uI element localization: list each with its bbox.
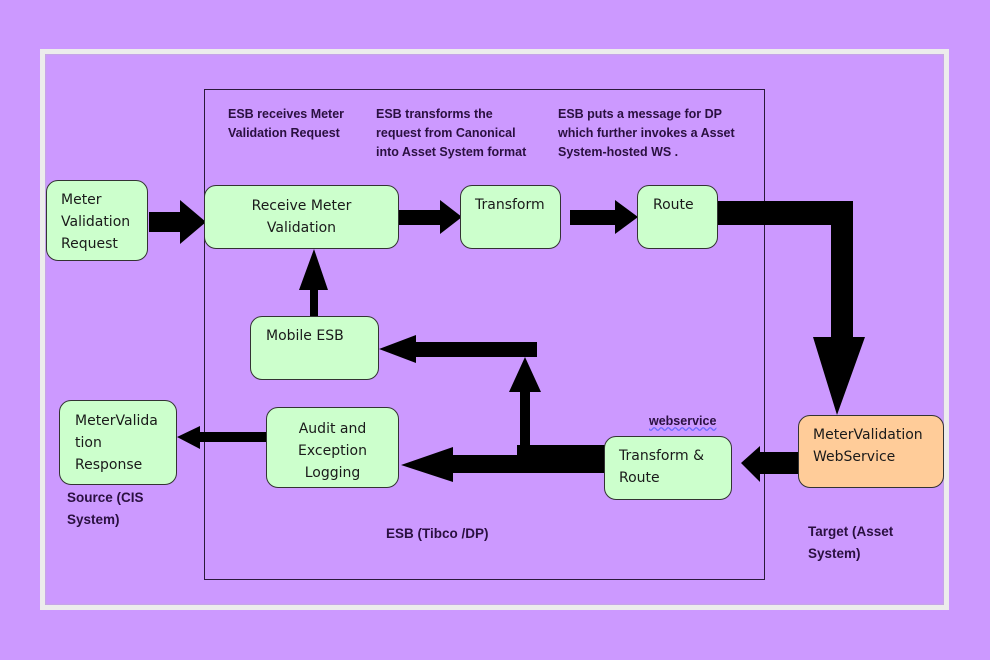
- arrow-to-mobile-esb: [379, 335, 537, 363]
- node-receive-meter-validation[interactable]: Receive Meter Validation: [204, 185, 399, 249]
- label-target-system: Target (Asset System): [808, 524, 894, 561]
- note-webservice: webservice: [649, 414, 717, 428]
- node-label: Mobile ESB: [266, 328, 344, 344]
- label-source-system: Source (CIS System): [67, 490, 144, 527]
- node-label: Audit and Exception Logging: [298, 421, 367, 481]
- node-meter-validation-webservice[interactable]: MeterValidation WebService: [798, 415, 944, 488]
- arrow-route-to-webservice: [717, 201, 865, 415]
- note-receive: ESB receives Meter Validation Request: [228, 107, 345, 140]
- node-meter-validation-response[interactable]: MeterValida tion Response: [59, 400, 177, 485]
- arrow-request-to-receive: [149, 200, 206, 244]
- note-transform: ESB transforms the request from Canonica…: [376, 107, 527, 159]
- arrow-receive-to-transform: [399, 200, 462, 234]
- node-transform[interactable]: Transform: [460, 185, 561, 249]
- node-label: Receive Meter Validation: [251, 198, 352, 236]
- arrow-mobile-to-receive: [299, 249, 328, 317]
- node-label: Transform: [475, 197, 545, 213]
- node-label: MeterValida tion Response: [75, 413, 158, 473]
- node-label: Meter Validation Request: [61, 192, 131, 252]
- arrow-transform-to-route: [570, 200, 638, 234]
- node-label: Transform & Route: [619, 448, 705, 486]
- node-mobile-esb[interactable]: Mobile ESB: [250, 316, 379, 380]
- node-meter-validation-request[interactable]: Meter Validation Request: [46, 180, 148, 261]
- arrow-webservice-to-transform-route: [741, 446, 799, 482]
- node-label: MeterValidation WebService: [813, 427, 923, 465]
- note-route: ESB puts a message for DP which further …: [558, 107, 735, 159]
- arrow-transform-route-to-audit: [401, 445, 605, 482]
- node-transform-and-route[interactable]: Transform & Route: [604, 436, 732, 500]
- node-audit-exception-logging[interactable]: Audit and Exception Logging: [266, 407, 399, 488]
- arrow-branch-up: [509, 357, 541, 455]
- node-route[interactable]: Route: [637, 185, 718, 249]
- label-esb: ESB (Tibco /DP): [386, 526, 489, 541]
- node-label: Route: [653, 197, 694, 213]
- arrow-audit-to-response: [177, 426, 267, 449]
